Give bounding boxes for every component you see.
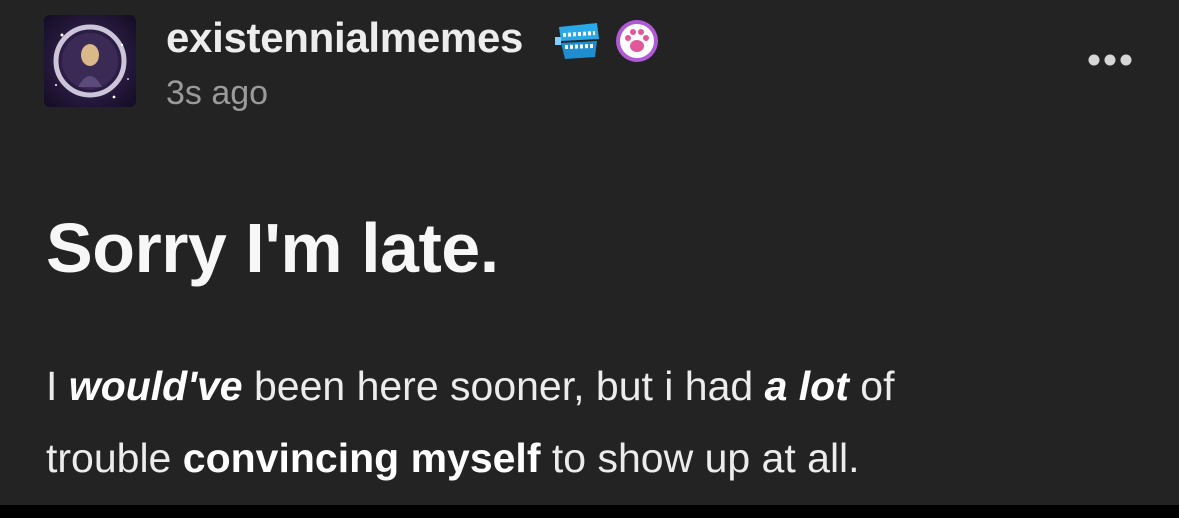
body-text-emphasis: would've	[68, 363, 243, 409]
body-text-bold: convincing myself	[182, 435, 541, 481]
paw-badge-icon[interactable]	[615, 19, 659, 63]
ellipsis-icon	[1088, 54, 1132, 66]
body-text-segment: of	[848, 363, 895, 409]
body-text-segment: to show up at all.	[540, 435, 860, 481]
teeth-badge-icon[interactable]	[553, 19, 603, 63]
post-card: existennialmemes 3s ago Sorry I'm late.	[0, 0, 1179, 505]
body-text-segment: been here sooner, but i had	[242, 363, 765, 409]
post-title: Sorry I'm late.	[46, 209, 499, 287]
body-line-2: trouble convincing myself to show up at …	[46, 422, 1146, 494]
body-line-1: I would've been here sooner, but i had a…	[46, 350, 1146, 422]
username[interactable]: existennialmemes	[166, 14, 523, 62]
badge-group	[553, 17, 659, 65]
body-text-emphasis: a lot	[764, 363, 849, 409]
avatar[interactable]	[44, 15, 136, 107]
body-text-segment: trouble	[46, 435, 183, 481]
avatar-image	[53, 24, 129, 99]
body-text-segment: I	[46, 363, 69, 409]
more-options-button[interactable]	[1084, 48, 1136, 72]
post-timestamp: 3s ago	[166, 74, 269, 112]
post-body: I would've been here sooner, but i had a…	[46, 350, 1146, 494]
